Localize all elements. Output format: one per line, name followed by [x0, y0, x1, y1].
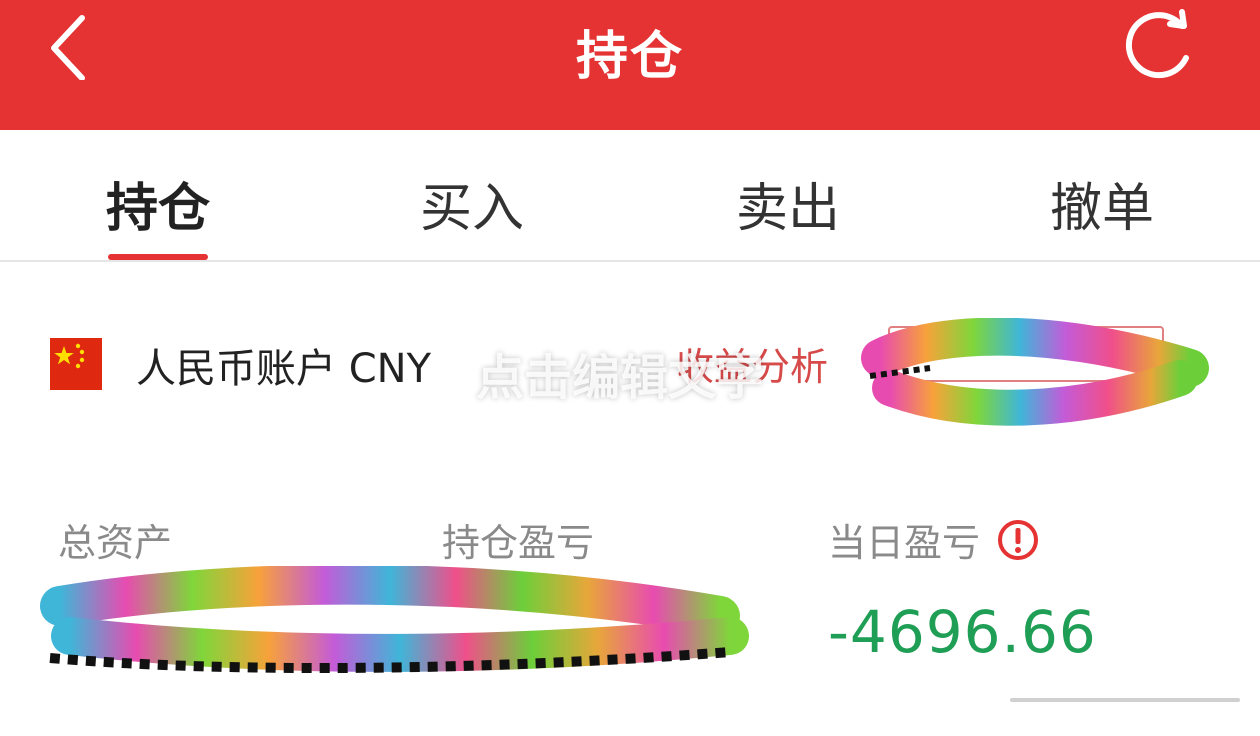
- china-flag-icon: [50, 338, 102, 390]
- tab-buy[interactable]: 买入: [372, 166, 572, 241]
- account-name: 人民币账户 CNY: [136, 346, 431, 392]
- trade-tab-bar: 持仓 买入 卖出 撤单: [0, 130, 1260, 262]
- tab-holdings[interactable]: 持仓: [58, 166, 258, 241]
- edit-text-watermark: 点击编辑文字: [476, 350, 765, 406]
- day-pl-value: -4696.66: [828, 598, 1097, 666]
- alert-info-icon[interactable]: [996, 518, 1040, 562]
- active-tab-indicator: [108, 254, 208, 260]
- top-app-bar: 持仓: [0, 0, 1260, 130]
- home-indicator: [1010, 698, 1240, 702]
- tab-cancel-order[interactable]: 撤单: [1002, 166, 1202, 241]
- refresh-button[interactable]: [1120, 8, 1204, 82]
- redaction-scribble-bottom: [40, 566, 749, 674]
- refresh-icon: [1125, 9, 1189, 79]
- redaction-scribble-top: [861, 318, 1209, 426]
- holding-pl-label: 持仓盈亏: [442, 521, 595, 565]
- tab-sell[interactable]: 卖出: [688, 166, 888, 241]
- page-title: 持仓: [575, 27, 684, 87]
- day-pl-label: 当日盈亏: [828, 521, 981, 565]
- total-assets-label: 总资产: [58, 521, 173, 565]
